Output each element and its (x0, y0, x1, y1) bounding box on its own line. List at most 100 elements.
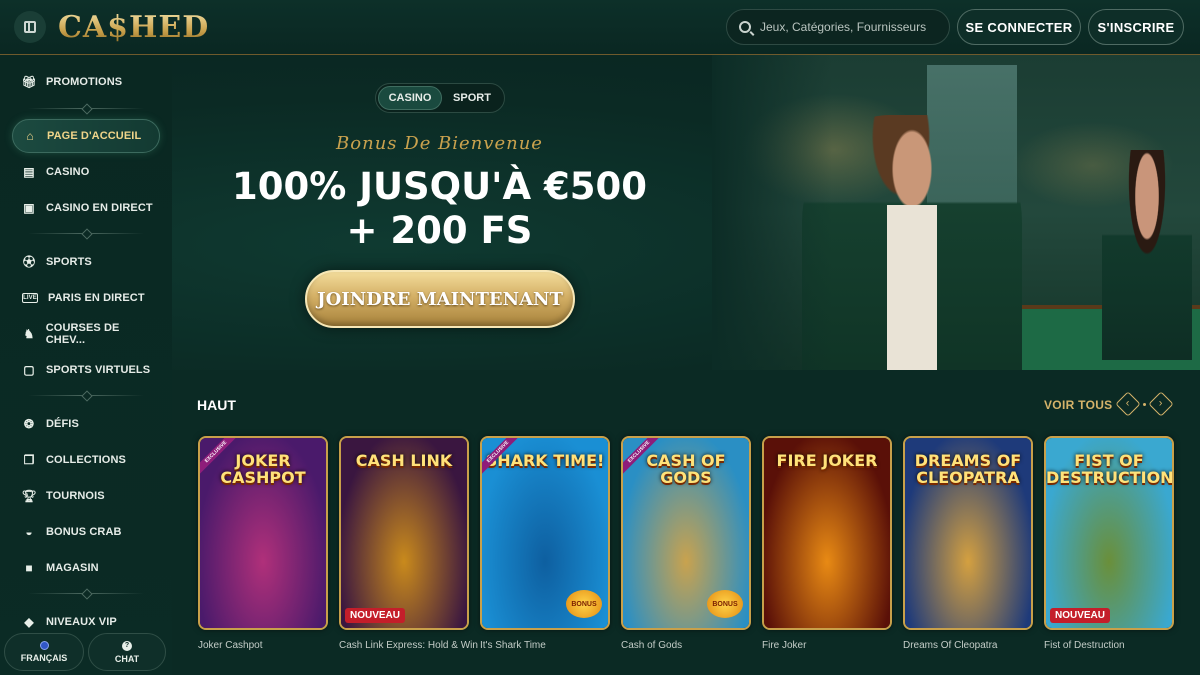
hero-fade (712, 55, 832, 370)
sidebar-item-bonus-crab[interactable]: ◒ BONUS CRAB (12, 515, 160, 549)
tab-casino[interactable]: CASINO (378, 86, 442, 110)
sidebar-item-label: NIVEAUX VIP (46, 616, 117, 628)
login-button[interactable]: SE CONNECTER (957, 9, 1081, 45)
sidebar-item-challenges[interactable]: ❂ DÉFIS (12, 407, 160, 441)
hero-banner: CASINO SPORT Bonus De Bienvenue 100% JUS… (172, 55, 1200, 370)
shopping-bag-icon: ■ (25, 561, 33, 575)
bonus-headline: 100% JUSQU'À €500 + 200 FS (222, 165, 657, 253)
medal-icon: ❂ (23, 417, 35, 431)
carousel-prev-button[interactable]: ‹ (1115, 391, 1141, 417)
join-now-button[interactable]: JOINDRE MAINTENANT (305, 270, 575, 328)
register-button[interactable]: S'INSCRIRE (1088, 9, 1184, 45)
crab-icon: ◒ (25, 525, 33, 539)
carousel-next-button[interactable]: › (1148, 391, 1174, 417)
gift-icon: 🎁︎ (21, 75, 37, 89)
game-card[interactable]: CASH OF GODS EXCLUSIVE BONUS (621, 436, 751, 630)
sidebar-item-label: PROMOTIONS (46, 76, 123, 88)
carousel-dot (1143, 402, 1146, 406)
sidebar-item-label: CASINO EN DIRECT (46, 202, 153, 214)
language-label: FRANÇAIS (20, 653, 68, 663)
game-logo-text: JOKER CASHPOT (220, 451, 306, 487)
casino-sport-switch: CASINO SPORT (375, 83, 505, 113)
sidebar-item-virtual-sports[interactable]: ▢ SPORTS VIRTUELS (12, 353, 160, 387)
game-logo-text: DREAMS OF CLEOPATRA (914, 451, 1022, 487)
sidebar-item-label: MAGASIN (46, 562, 99, 574)
sidebar-item-label: CASINO (46, 166, 90, 178)
game-card[interactable]: DREAMS OF CLEOPATRA (903, 436, 1033, 630)
game-card[interactable]: SHARK TIME! EXCLUSIVE BONUS (480, 436, 610, 630)
chat-label: CHAT (114, 653, 140, 664)
live-cards-icon: ▣ (23, 201, 35, 215)
section-title: HAUT (197, 397, 236, 413)
game-title[interactable]: Fire Joker (762, 640, 902, 651)
sidebar-divider (28, 233, 144, 234)
sidebar-divider (28, 593, 144, 594)
game-title[interactable]: Cash Link Express: Hold & Win (339, 640, 479, 651)
top-bar: CA$HED SE CONNECTER S'INSCRIRE (0, 0, 1200, 55)
diamond-icon: ◆ (24, 615, 34, 629)
sidebar-item-live-betting[interactable]: LIVE PARIS EN DIRECT (12, 281, 160, 315)
sidebar-item-shop[interactable]: ■ MAGASIN (12, 551, 160, 585)
sidebar-item-live-casino[interactable]: ▣ CASINO EN DIRECT (12, 191, 160, 225)
tab-sport[interactable]: SPORT (442, 86, 502, 110)
virtual-sports-icon: ▢ (23, 363, 35, 377)
see-all-link[interactable]: VOIR TOUS (1044, 398, 1113, 412)
sidebar-toggle-button[interactable] (14, 11, 46, 43)
game-title[interactable]: Joker Cashpot (198, 640, 338, 651)
game-title[interactable]: It's Shark Time (480, 640, 620, 651)
game-title[interactable]: Dreams Of Cleopatra (903, 640, 1043, 651)
help-chat-icon: ? (122, 640, 132, 651)
bonus-subtitle: Bonus De Bienvenue (336, 133, 543, 154)
sidebar-item-label: SPORTS (46, 256, 92, 268)
sidebar-divider (28, 108, 144, 109)
game-card[interactable]: FIST OF DESTRUCTION NOUVEAU (1044, 436, 1174, 630)
home-icon: ⌂ (26, 129, 34, 143)
soccer-ball-icon: ⚽︎ (22, 255, 36, 269)
game-card[interactable]: JOKER CASHPOT EXCLUSIVE (198, 436, 328, 630)
bonus-badge: BONUS (707, 590, 743, 618)
game-card[interactable]: CASH LINK NOUVEAU (339, 436, 469, 630)
game-logo-text: FIRE JOKER (776, 451, 878, 470)
new-badge: NOUVEAU (345, 608, 406, 623)
sidebar-divider (28, 395, 144, 396)
carousel-arrows: ‹ › (1115, 391, 1174, 417)
sidebar-item-label: COLLECTIONS (46, 454, 126, 466)
sidebar-item-label: DÉFIS (46, 418, 79, 430)
search-input[interactable] (760, 20, 940, 34)
game-logo-text: CASH OF GODS (646, 451, 726, 487)
cards-icon: ❐ (23, 453, 35, 467)
trophy-icon: 🏆︎ (21, 489, 37, 503)
sidebar-item-label: PARIS EN DIRECT (48, 292, 145, 304)
chat-button[interactable]: ? CHAT (88, 633, 166, 671)
new-badge: NOUVEAU (1050, 608, 1111, 623)
chevron-right-icon: › (1159, 397, 1163, 410)
hero-shirt (887, 205, 937, 370)
sidebar-item-home[interactable]: ⌂ PAGE D'ACCUEIL (12, 119, 160, 153)
sidebar-item-label: PAGE D'ACCUEIL (47, 130, 142, 142)
sidebar-item-label: BONUS CRAB (46, 526, 122, 538)
chevron-left-icon: ‹ (1126, 397, 1130, 410)
live-badge-icon: LIVE (22, 293, 38, 303)
sidebar-item-casino[interactable]: ▤ CASINO (12, 155, 160, 189)
game-logo-text: CASH LINK (355, 451, 453, 470)
slot-machine-icon: ▤ (23, 165, 35, 179)
globe-icon (39, 641, 49, 650)
game-title[interactable]: Fist of Destruction (1044, 640, 1184, 651)
sidebar-item-promotions[interactable]: 🎁︎ PROMOTIONS (12, 65, 160, 99)
search-icon (739, 21, 751, 33)
game-logo-text: FIST OF DESTRUCTION (1046, 451, 1174, 487)
sidebar-item-sports[interactable]: ⚽︎ SPORTS (12, 245, 160, 279)
bonus-badge: BONUS (566, 590, 602, 618)
site-logo[interactable]: CA$HED (58, 10, 209, 45)
sidebar-item-collections[interactable]: ❐ COLLECTIONS (12, 443, 160, 477)
sidebar-item-horse-racing[interactable]: ♞ COURSES DE CHEV... (12, 317, 160, 351)
sidebar-item-tournaments[interactable]: 🏆︎ TOURNOIS (12, 479, 160, 513)
game-card[interactable]: FIRE JOKER (762, 436, 892, 630)
bonus-line-1: 100% JUSQU'À €500 (232, 165, 647, 208)
search-bar[interactable] (726, 9, 950, 45)
game-title[interactable]: Cash of Gods (621, 640, 761, 651)
sidebar: 🎁︎ PROMOTIONS ⌂ PAGE D'ACCUEIL ▤ CASINO … (0, 55, 172, 675)
language-button[interactable]: FRANÇAIS (4, 633, 84, 671)
sidebar-toggle-icon (24, 21, 36, 33)
sidebar-item-label: SPORTS VIRTUELS (46, 364, 151, 376)
